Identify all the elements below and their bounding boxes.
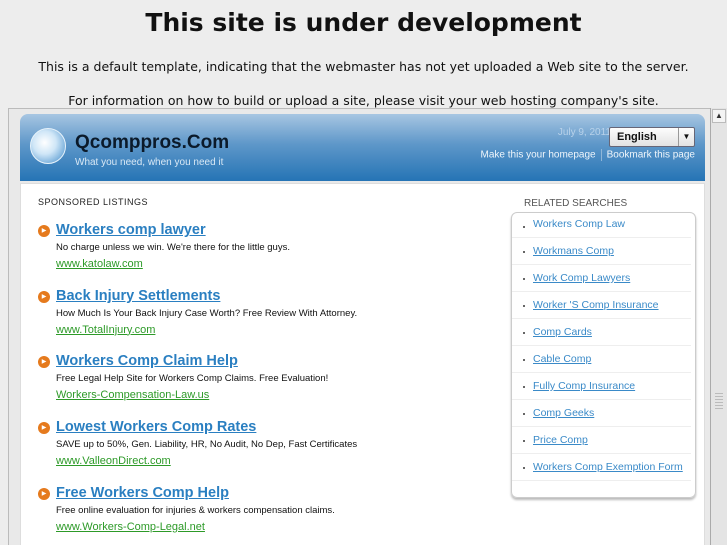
- related-search-link[interactable]: Workmans Comp: [512, 238, 691, 265]
- chevron-down-icon[interactable]: ▼: [678, 128, 694, 146]
- listing-title-link[interactable]: Workers Comp Claim Help: [56, 353, 238, 369]
- listing-description: Free Legal Help Site for Workers Comp Cl…: [56, 373, 329, 385]
- play-arrow-icon: ▶: [38, 290, 50, 303]
- scroll-grip[interactable]: [715, 393, 723, 409]
- listing-url-link[interactable]: www.ValleonDirect.com: [56, 455, 171, 467]
- play-arrow-icon: ▶: [38, 422, 50, 435]
- notice-line-2: For information on how to build or uploa…: [68, 93, 659, 108]
- language-select[interactable]: English ▼: [609, 127, 695, 147]
- embedded-frame: Qcomppros.Com What you need, when you ne…: [8, 108, 710, 545]
- listing-title-link[interactable]: Lowest Workers Comp Rates: [56, 419, 256, 435]
- date: July 9, 2011: [557, 127, 611, 138]
- listing-description: No charge unless we win. We're there for…: [56, 242, 290, 253]
- bookmark-link[interactable]: Bookmark this page: [607, 150, 695, 161]
- globe-logo-icon: [30, 128, 66, 164]
- listing-description: How Much Is Your Back Injury Case Worth?…: [56, 307, 358, 319]
- listing-title-link[interactable]: Workers comp lawyer: [56, 222, 206, 238]
- related-search-link[interactable]: Work Comp Lawyers: [512, 265, 691, 292]
- listing-description: SAVE up to 50%, Gen. Liability, HR, No A…: [56, 439, 358, 451]
- play-arrow-icon: ▶: [38, 356, 50, 369]
- page-title: This site is under development: [145, 8, 582, 37]
- listing-description: Free online evaluation for injuries & wo…: [56, 504, 335, 516]
- listing-url-link[interactable]: www.katolaw.com: [56, 258, 143, 270]
- site-logo[interactable]: Qcomppros.Com: [75, 132, 229, 154]
- content-area: SPONSORED LISTINGS ▶ Workers comp lawyer…: [20, 183, 705, 545]
- listing-url-link[interactable]: www.Workers-Comp-Legal.net: [56, 521, 205, 533]
- related-search-link[interactable]: Workers Comp Exemption Form: [512, 454, 691, 481]
- notice-line-1: This is a default template, indicating t…: [38, 59, 689, 74]
- sponsored-title: SPONSORED LISTINGS: [38, 197, 149, 207]
- related-searches-list: Workers Comp Law Workmans Comp Work Comp L…: [511, 212, 696, 498]
- site-header: Qcomppros.Com What you need, when you ne…: [20, 114, 705, 181]
- site-tagline: What you need, when you need it: [75, 157, 224, 168]
- play-arrow-icon: ▶: [38, 487, 50, 500]
- listing-url-link[interactable]: www.TotalInjury.com: [56, 324, 155, 336]
- related-search-link[interactable]: Comp Cards: [512, 319, 691, 346]
- listing-title-link[interactable]: Free Workers Comp Help: [56, 485, 229, 501]
- listing-url-link[interactable]: Workers-Compensation-Law.us: [56, 389, 209, 401]
- divider: [600, 149, 602, 161]
- related-search-link[interactable]: Comp Geeks: [512, 400, 691, 427]
- related-search-link[interactable]: Worker 'S Comp Insurance: [512, 292, 691, 319]
- homepage-link[interactable]: Make this your homepage: [481, 150, 596, 161]
- related-search-link[interactable]: Price Comp: [512, 427, 691, 454]
- scrollbar[interactable]: ▲: [710, 108, 727, 545]
- related-search-link[interactable]: Workers Comp Law: [512, 213, 691, 238]
- listing-title-link[interactable]: Back Injury Settlements: [56, 288, 220, 304]
- related-search-link[interactable]: Fully Comp Insurance: [512, 373, 691, 400]
- scroll-up-icon[interactable]: ▲: [712, 109, 726, 123]
- related-title: RELATED SEARCHES: [524, 198, 628, 209]
- related-search-link[interactable]: Cable Comp: [512, 346, 691, 373]
- play-arrow-icon: ▶: [38, 225, 50, 237]
- language-value: English: [617, 131, 657, 143]
